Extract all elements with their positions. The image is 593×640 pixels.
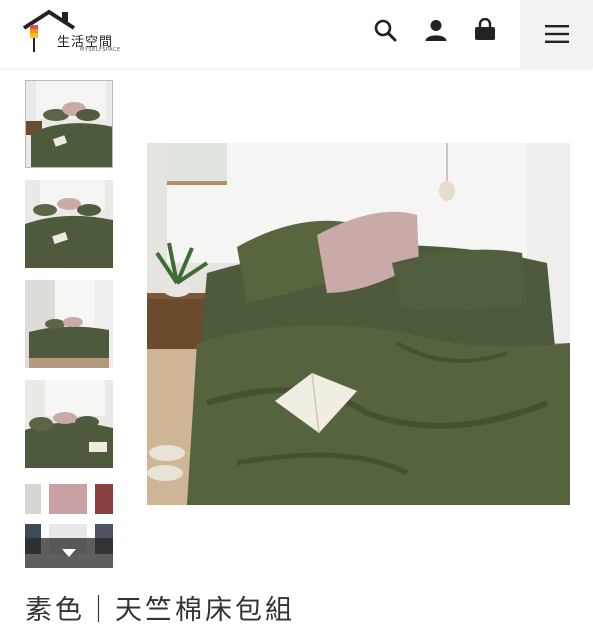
bedding-photo <box>147 143 570 505</box>
shopping-bag-icon[interactable] <box>472 16 498 44</box>
hamburger-menu-icon <box>544 25 569 43</box>
site-header: 生活空間 MYSELFSPACE <box>0 0 593 68</box>
search-icon[interactable] <box>372 16 398 44</box>
site-logo[interactable]: 生活空間 MYSELFSPACE <box>22 8 122 58</box>
hamburger-menu-button[interactable] <box>520 0 593 68</box>
main-product-image[interactable] <box>147 143 570 505</box>
user-icon[interactable] <box>423 16 449 44</box>
chevron-down-icon <box>62 549 76 557</box>
product-title: 素色｜天竺棉床包組 <box>25 595 295 626</box>
more-thumbnails-button[interactable] <box>25 538 113 568</box>
logo-subtitle: MYSELFSPACE <box>80 47 121 53</box>
thumbnail-4[interactable] <box>25 380 113 468</box>
thumbnail-1[interactable] <box>25 80 113 168</box>
thumbnail-3[interactable] <box>25 280 113 368</box>
thumbnail-2[interactable] <box>25 180 113 268</box>
